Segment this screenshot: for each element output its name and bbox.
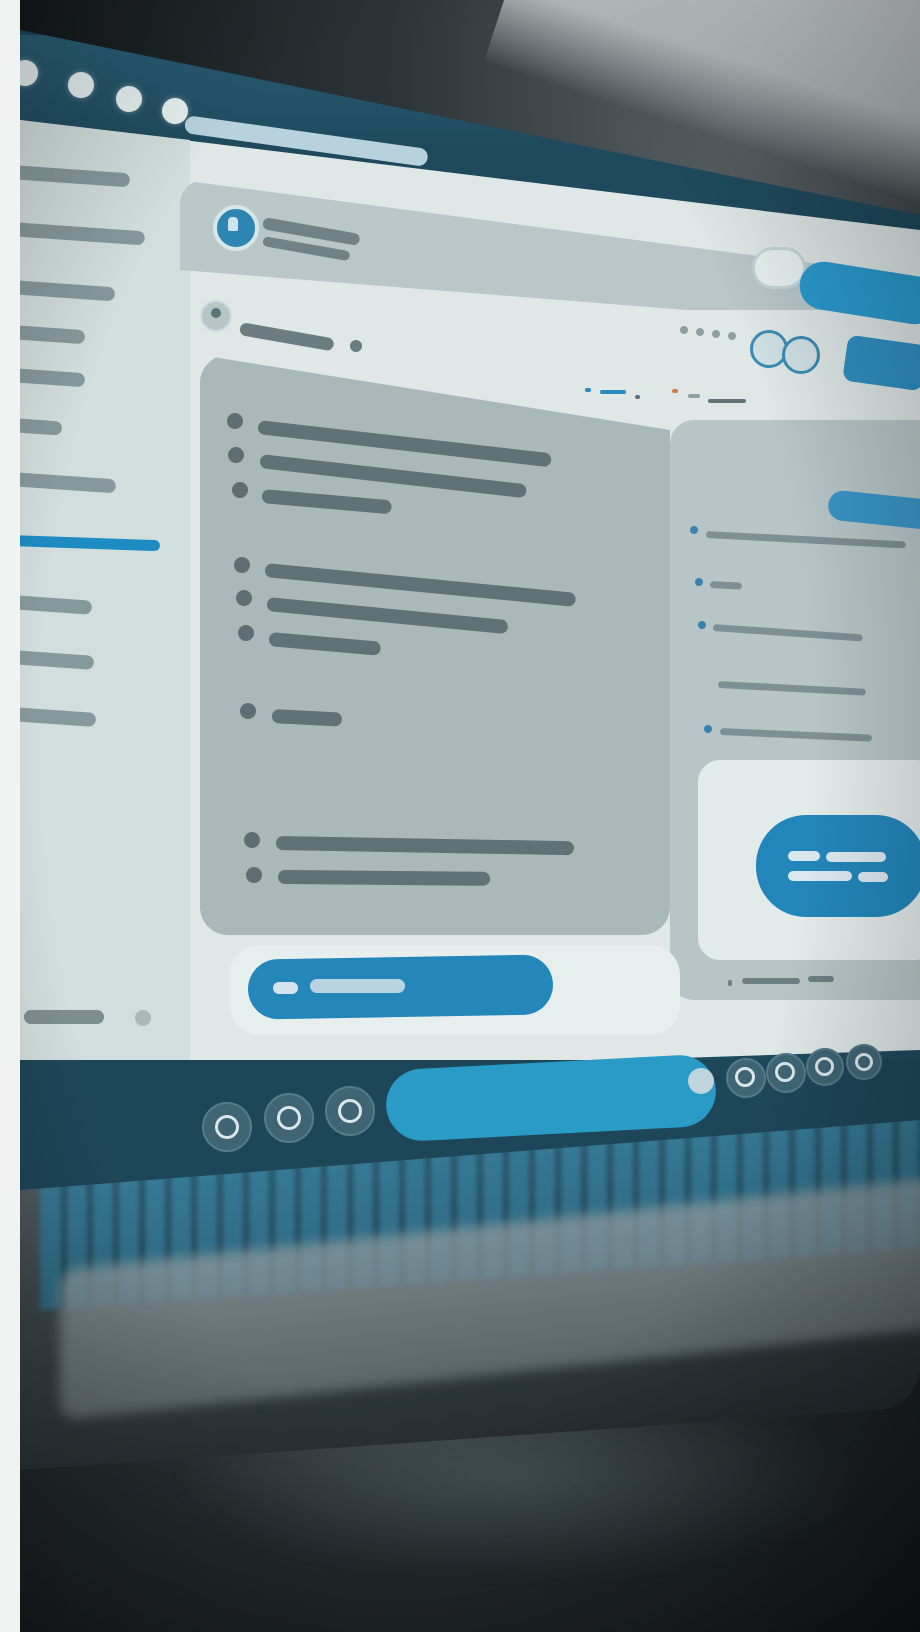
app-icon <box>815 1057 834 1076</box>
app-icon <box>855 1053 873 1071</box>
legend-marker <box>635 395 640 399</box>
dock-app-icon[interactable] <box>806 1048 844 1086</box>
list-bullet <box>246 867 262 883</box>
app-icon <box>338 1099 362 1123</box>
action-label-placeholder <box>858 872 888 882</box>
input-text-placeholder <box>310 979 405 993</box>
list-bullet <box>695 578 703 586</box>
attachment-chip[interactable] <box>273 982 298 994</box>
app-icon <box>735 1067 755 1087</box>
status-dot <box>728 332 736 340</box>
dock-app-icon[interactable] <box>726 1058 766 1098</box>
window-maximize-button[interactable] <box>162 98 188 124</box>
bot-icon <box>228 217 238 231</box>
window-minimize-button[interactable] <box>116 86 142 112</box>
dock-app-icon[interactable] <box>846 1044 882 1080</box>
action-label-placeholder <box>826 852 886 862</box>
search-handle[interactable] <box>688 1068 714 1094</box>
footer-dot <box>728 980 732 986</box>
list-bullet <box>232 482 248 498</box>
app-icon <box>215 1115 239 1139</box>
footer-line <box>808 976 834 982</box>
list-bullet <box>234 557 250 573</box>
list-bullet <box>240 703 256 719</box>
subheading-dot <box>350 340 362 352</box>
legend-marker <box>672 389 678 393</box>
toggle-button[interactable] <box>755 250 803 286</box>
status-dot <box>680 326 688 334</box>
avatar[interactable] <box>213 205 259 251</box>
list-bullet <box>228 447 244 463</box>
message-line <box>277 870 491 886</box>
action-label-placeholder <box>788 871 852 881</box>
sidebar-footer-item[interactable] <box>24 1010 104 1024</box>
dock-app-icon[interactable] <box>766 1053 806 1093</box>
legend-marker <box>585 388 591 392</box>
window-close-button[interactable] <box>68 72 94 98</box>
list-bullet <box>690 526 698 534</box>
dock-app-icon[interactable] <box>325 1086 375 1136</box>
list-bullet <box>698 621 706 629</box>
dock-app-icon[interactable] <box>202 1102 252 1152</box>
legend-marker <box>708 399 746 403</box>
list-bullet <box>244 832 260 848</box>
action-label-placeholder <box>788 851 820 861</box>
list-bullet <box>238 625 254 641</box>
send-action-button[interactable] <box>756 815 920 917</box>
legend-marker <box>600 390 626 394</box>
laptop-photo <box>20 0 920 1632</box>
option-circle-icon[interactable] <box>782 336 820 374</box>
list-bullet <box>227 413 243 429</box>
app-icon <box>277 1106 301 1130</box>
legend-marker <box>688 394 700 398</box>
status-dot <box>712 330 720 338</box>
sidebar-footer-icon[interactable] <box>135 1010 151 1026</box>
sidebar-item[interactable] <box>20 418 63 436</box>
footer-line <box>742 978 800 984</box>
dock-app-icon[interactable] <box>264 1093 314 1143</box>
laptop-screen <box>20 30 920 1190</box>
list-bullet <box>704 725 712 733</box>
status-dot <box>696 328 704 336</box>
list-bullet <box>236 590 252 606</box>
app-icon <box>775 1062 795 1082</box>
user-icon <box>200 300 232 332</box>
